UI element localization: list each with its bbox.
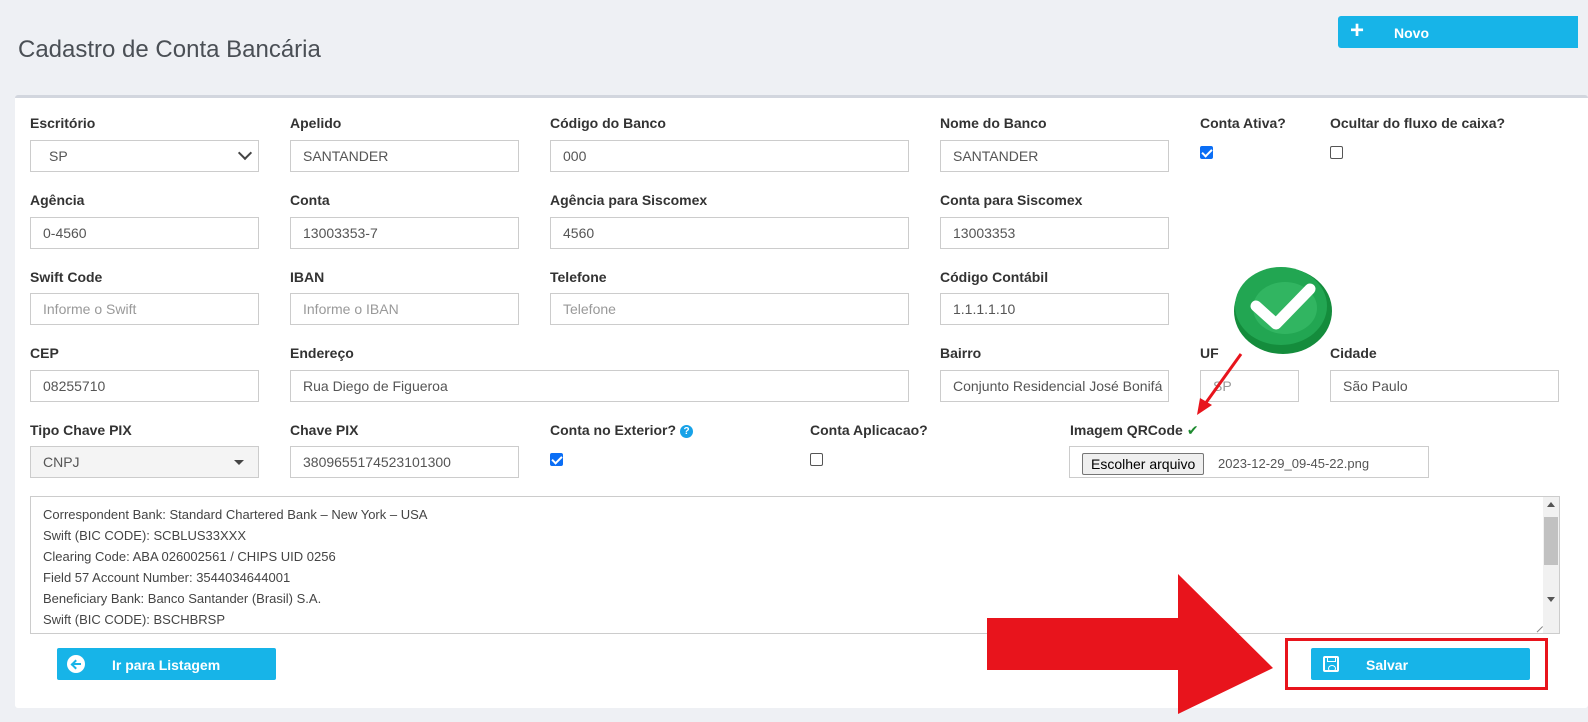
tipo-chave-pix-value: CNPJ (43, 454, 80, 470)
cep-label: CEP (30, 345, 59, 361)
plus-icon: + (1350, 17, 1365, 44)
agencia-siscomex-label: Agência para Siscomex (550, 192, 708, 208)
help-icon[interactable]: ? (680, 424, 694, 438)
cidade-label: Cidade (1330, 345, 1377, 361)
telefone-label: Telefone (550, 269, 607, 285)
file-name: 2023-12-29_09-45-22.png (1218, 456, 1370, 471)
observacao-line: Field 57 Account Number: 3544034644001 (43, 570, 291, 585)
swift-input[interactable]: Informe o Swift (30, 293, 259, 325)
back-to-list-button[interactable]: Ir para Listagem (57, 648, 276, 680)
tipo-chave-pix-label: Tipo Chave PIX (30, 422, 132, 438)
bairro-label: Bairro (940, 345, 982, 361)
observacao-line: Correspondent Bank: Standard Chartered B… (43, 507, 428, 522)
endereco-input[interactable]: Rua Diego de Figueroa (290, 370, 909, 402)
observacao-line: Clearing Code: ABA 026002561 / CHIPS UID… (43, 549, 336, 564)
escritorio-label: Escritório (30, 115, 96, 131)
iban-input[interactable]: Informe o IBAN (290, 293, 519, 325)
apelido-input[interactable]: SANTANDER (290, 140, 519, 172)
back-button-label: Ir para Listagem (112, 657, 221, 673)
conta-siscomex-label: Conta para Siscomex (940, 192, 1083, 208)
conta-input[interactable]: 13003353-7 (290, 217, 519, 249)
swift-label: Swift Code (30, 269, 103, 285)
bairro-input[interactable]: Conjunto Residencial José Bonifá (940, 370, 1169, 402)
uf-label: UF (1200, 345, 1219, 361)
apelido-label: Apelido (290, 115, 342, 131)
iban-label: IBAN (290, 269, 325, 285)
observacao-line: Swift (BIC CODE): SCBLUS33XXX (43, 528, 246, 543)
observacoes-textarea[interactable]: Correspondent Bank: Standard Chartered B… (30, 496, 1560, 634)
agencia-input[interactable]: 0-4560 (30, 217, 259, 249)
agencia-siscomex-input[interactable]: 4560 (550, 217, 909, 249)
codigo-contabil-input[interactable]: 1.1.1.1.10 (940, 293, 1169, 325)
scroll-down-icon[interactable] (1547, 597, 1555, 602)
conta-aplicacao-label: Conta Aplicacao? (810, 422, 928, 438)
cep-input[interactable]: 08255710 (30, 370, 259, 402)
chave-pix-label: Chave PIX (290, 422, 359, 438)
new-button-label: Novo (1394, 25, 1429, 41)
scroll-up-icon[interactable] (1547, 502, 1555, 507)
conta-aplicacao-checkbox[interactable] (810, 453, 823, 466)
observacao-line: Swift (BIC CODE): BSCHBRSP (43, 612, 226, 627)
conta-ativa-label: Conta Ativa? (1200, 115, 1286, 131)
choose-file-button[interactable]: Escolher arquivo (1082, 453, 1205, 475)
chevron-down-icon (237, 145, 253, 161)
conta-exterior-label: Conta no Exterior? (550, 422, 677, 438)
chave-pix-input[interactable]: 3809655174523101300 (290, 446, 519, 478)
codigo-contabil-label: Código Contábil (940, 269, 1049, 285)
escritorio-select[interactable]: SP (30, 140, 259, 172)
arrow-left-icon (67, 655, 85, 673)
scrollbar-thumb[interactable] (1544, 517, 1558, 565)
imagem-qrcode-label-group: Imagem QRCode ✔ (1070, 422, 1199, 439)
endereco-label: Endereço (290, 345, 354, 361)
new-button[interactable]: + Novo (1338, 16, 1578, 48)
form-card: Escritório SP Apelido SANTANDER Código d… (15, 95, 1588, 708)
observacao-line: Beneficiary Bank: Banco Santander (Brasi… (43, 591, 322, 606)
cidade-input[interactable]: São Paulo (1330, 370, 1559, 402)
tipo-chave-pix-select[interactable]: CNPJ (30, 446, 259, 478)
conta-label: Conta (290, 192, 330, 208)
codigo-banco-input[interactable]: 000 (550, 140, 909, 172)
uf-input[interactable]: SP (1200, 370, 1299, 402)
scrollbar[interactable] (1543, 497, 1559, 633)
nome-banco-label: Nome do Banco (940, 115, 1047, 131)
save-highlight-box (1285, 638, 1548, 690)
ocultar-fluxo-label: Ocultar do fluxo de caixa? (1330, 115, 1506, 131)
page-title: Cadastro de Conta Bancária (18, 36, 321, 63)
qrcode-file-input[interactable]: Escolher arquivo 2023-12-29_09-45-22.png (1069, 446, 1429, 478)
ocultar-fluxo-checkbox[interactable] (1330, 146, 1343, 159)
telefone-input[interactable]: Telefone (550, 293, 909, 325)
conta-siscomex-input[interactable]: 13003353 (940, 217, 1169, 249)
codigo-banco-label: Código do Banco (550, 115, 666, 131)
agencia-label: Agência (30, 192, 85, 208)
check-icon: ✔ (1186, 422, 1199, 438)
escritorio-value: SP (49, 148, 68, 164)
imagem-qrcode-label: Imagem QRCode (1070, 422, 1183, 438)
nome-banco-input[interactable]: SANTANDER (940, 140, 1169, 172)
conta-exterior-checkbox[interactable] (550, 453, 563, 466)
conta-ativa-checkbox[interactable] (1200, 146, 1213, 159)
conta-exterior-label-group: Conta no Exterior?? (550, 422, 694, 438)
caret-down-icon (234, 460, 244, 465)
